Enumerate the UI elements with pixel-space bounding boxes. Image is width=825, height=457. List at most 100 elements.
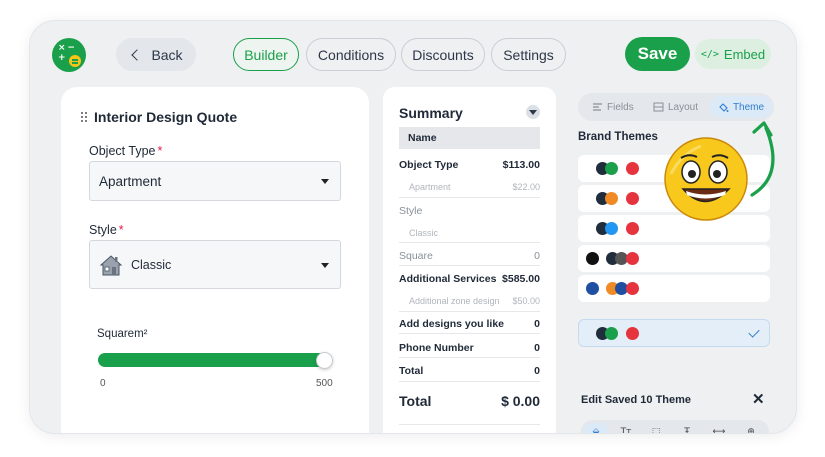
tab-fields[interactable]: Fields	[592, 96, 634, 118]
object-type-label: Object Type *	[89, 144, 162, 158]
summary-row-label: Apartment	[409, 182, 451, 192]
summary-row-label: Object Type	[399, 159, 459, 171]
required-mark: *	[157, 144, 163, 158]
total-value: $ 0.00	[501, 393, 540, 409]
summary-row: Style	[399, 205, 540, 217]
download-icon[interactable]: ⊕	[739, 423, 763, 434]
summary-row-value: 0	[534, 342, 540, 354]
summary-row: Additional Services $585.00	[399, 273, 540, 285]
form-preview-panel: Interior Design Quote Object Type * Apart…	[61, 87, 369, 433]
summary-row: Additional zone design $50.00	[399, 296, 540, 306]
tab-layout[interactable]: Layout	[653, 96, 698, 118]
tab-fields-label: Fields	[607, 101, 634, 113]
summary-row: Add designs you like 0	[399, 318, 540, 330]
tab-theme[interactable]: Theme	[710, 96, 772, 118]
slider-min: 0	[100, 378, 106, 389]
brand-themes-title: Brand Themes	[578, 131, 658, 143]
tab-discounts-label: Discounts	[412, 46, 474, 63]
summary-row-value: 0	[534, 318, 540, 330]
divider	[399, 381, 540, 382]
save-label: Save	[637, 44, 678, 63]
square-label: Squarem²	[97, 328, 148, 340]
color-swatch	[626, 192, 639, 205]
color-swatch	[626, 327, 639, 340]
theme-toolbar: ⬙ Tт ⬚ Ŧ ⟷ ⊕	[581, 420, 769, 434]
edit-theme-title: Edit Saved 10 Theme	[581, 394, 692, 406]
theme-option[interactable]	[578, 275, 770, 302]
caret-down-icon	[321, 262, 329, 268]
chevron-left-icon	[131, 48, 144, 61]
object-type-select[interactable]: Apartment	[89, 161, 341, 201]
divider	[399, 242, 540, 243]
summary-row: Phone Number 0	[399, 342, 540, 354]
collapse-icon[interactable]	[526, 105, 540, 119]
check-icon	[748, 326, 760, 338]
summary-row-label: Style	[399, 205, 423, 217]
summary-row: Apartment $22.00	[399, 182, 540, 192]
summary-row-label: Add designs you like	[399, 318, 505, 330]
summary-row-value: $113.00	[502, 159, 540, 171]
summary-row-label: Total	[399, 365, 424, 377]
embed-label: Embed	[723, 46, 766, 62]
selected-theme-option[interactable]	[578, 319, 770, 347]
layout-icon	[653, 102, 664, 112]
square-slider-thumb[interactable]	[316, 352, 333, 369]
square-slider-track[interactable]	[98, 353, 330, 367]
summary-row-value: $50.00	[512, 296, 540, 306]
drag-handle-icon[interactable]	[81, 112, 87, 122]
summary-row-label: Classic	[409, 228, 439, 238]
summary-total: Total $ 0.00	[399, 393, 540, 409]
style-label: Style *	[89, 223, 124, 237]
summary-row-label: Square	[399, 250, 433, 262]
divider	[399, 265, 540, 266]
theme-option[interactable]	[578, 245, 770, 272]
divider	[399, 333, 540, 334]
paint-bucket-icon[interactable]: ⬙	[584, 423, 608, 433]
app-window: × − + Back Builder Conditions Discounts S…	[29, 20, 797, 434]
border-icon[interactable]: ⬚	[644, 423, 668, 434]
style-select[interactable]: Classic	[89, 240, 341, 289]
tab-settings[interactable]: Settings	[491, 38, 566, 71]
fields-icon	[593, 103, 602, 111]
divider	[399, 311, 540, 312]
summary-panel: Summary Name Object Type $113.00 Apartmen…	[383, 87, 556, 433]
font-icon[interactable]: Ŧ	[675, 423, 699, 434]
code-icon: </>	[700, 48, 719, 60]
curved-arrow-icon	[750, 121, 775, 197]
text-size-icon[interactable]: Tт	[614, 423, 638, 434]
color-swatch	[605, 162, 618, 175]
tab-conditions[interactable]: Conditions	[306, 38, 396, 71]
back-button[interactable]: Back	[116, 38, 196, 71]
color-swatch	[605, 222, 618, 235]
color-swatch	[626, 282, 639, 295]
divider	[399, 357, 540, 358]
tab-discounts[interactable]: Discounts	[401, 38, 485, 71]
width-icon[interactable]: ⟷	[707, 423, 731, 434]
back-label: Back	[151, 46, 183, 63]
save-button[interactable]: Save	[625, 37, 690, 71]
summary-row-value: 0	[534, 250, 540, 262]
tab-builder[interactable]: Builder	[233, 38, 299, 71]
divider	[399, 197, 540, 198]
summary-row-value: $585.00	[502, 273, 540, 285]
color-swatch	[626, 222, 639, 235]
summary-name-header: Name	[399, 127, 540, 149]
color-swatch	[605, 192, 618, 205]
app-logo-icon: × − +	[52, 38, 86, 72]
summary-row: Square 0	[399, 250, 540, 262]
color-swatch	[586, 282, 599, 295]
caret-down-icon	[321, 179, 329, 184]
tab-settings-label: Settings	[503, 46, 554, 63]
tab-builder-label: Builder	[244, 46, 288, 63]
summary-row: Total 0	[399, 365, 540, 377]
tab-theme-label: Theme	[732, 101, 765, 113]
required-mark: *	[118, 223, 124, 237]
summary-row-value: 0	[534, 365, 540, 377]
summary-title: Summary	[399, 105, 463, 121]
embed-button[interactable]: </> Embed	[695, 39, 771, 69]
close-icon[interactable]: ✕	[752, 390, 765, 408]
slider-max: 500	[316, 378, 333, 389]
form-title: Interior Design Quote	[81, 109, 237, 125]
house-icon	[99, 254, 123, 275]
tab-layout-label: Layout	[668, 101, 699, 113]
